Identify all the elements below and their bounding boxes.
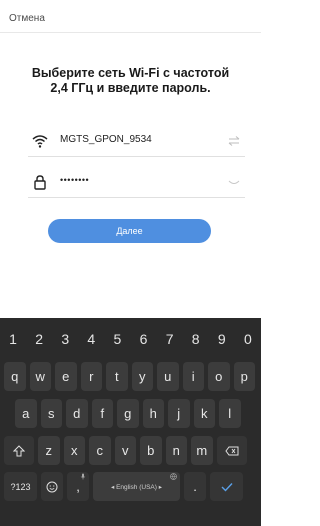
key-h[interactable]: h [142,399,164,428]
key-0[interactable]: 0 [235,326,261,352]
key-j[interactable]: j [168,399,190,428]
wifi-icon [32,135,48,148]
ssid-field[interactable]: MGTS_GPON_9534 [28,129,245,157]
lock-icon [34,175,46,190]
key-x[interactable]: x [63,436,85,465]
mic-icon [80,473,86,480]
cancel-button[interactable]: Отмена [9,13,45,24]
ssid-underline [28,156,245,157]
key-m[interactable]: m [191,436,213,465]
check-icon [221,482,233,492]
page-title: Выберите сеть Wi-Fi с частотой 2,4 ГГц и… [31,66,230,95]
key-1[interactable]: 1 [0,326,26,352]
key-4[interactable]: 4 [78,326,104,352]
backspace-key[interactable] [216,436,247,465]
next-button[interactable]: Далее [48,219,211,243]
backspace-icon [224,446,238,455]
key-7[interactable]: 7 [157,326,183,352]
symbols-key[interactable]: ?123 [4,472,37,501]
key-2[interactable]: 2 [26,326,52,352]
key-k[interactable]: k [193,399,215,428]
key-g[interactable]: g [117,399,139,428]
comma-label: , [76,479,80,494]
key-y[interactable]: y [131,362,153,391]
space-label: ◂ English (USA) ▸ [111,483,162,491]
key-s[interactable]: s [40,399,62,428]
comma-key[interactable]: , [67,472,89,501]
shift-icon [13,444,25,456]
password-underline [28,197,245,198]
emoji-key[interactable] [41,472,63,501]
key-b[interactable]: b [140,436,162,465]
key-l[interactable]: l [219,399,241,428]
shift-key[interactable] [4,436,34,465]
key-n[interactable]: n [165,436,187,465]
eye-hidden-icon[interactable] [227,176,241,188]
enter-key[interactable] [210,472,243,501]
key-i[interactable]: i [182,362,204,391]
header-divider [0,32,261,33]
password-input[interactable]: •••••••• [60,175,89,185]
space-key[interactable]: ◂ English (USA) ▸ [93,472,180,501]
key-c[interactable]: c [89,436,111,465]
keyboard-row-1: q w e r t y u i o p [4,362,255,391]
key-6[interactable]: 6 [130,326,156,352]
key-p[interactable]: p [233,362,255,391]
period-label: . [193,479,197,494]
key-f[interactable]: f [91,399,113,428]
key-u[interactable]: u [157,362,179,391]
key-v[interactable]: v [114,436,136,465]
key-r[interactable]: r [80,362,102,391]
keyboard-row-4: ?123 , ◂ English (USA) ▸ . [4,472,243,501]
key-8[interactable]: 8 [183,326,209,352]
keyboard-row-3: z x c v b n m [4,436,247,465]
key-e[interactable]: e [55,362,77,391]
key-w[interactable]: w [29,362,51,391]
keyboard-row-2: a s d f g h j k l [15,399,241,428]
key-z[interactable]: z [38,436,60,465]
globe-icon [170,473,177,480]
number-row: 1 2 3 4 5 6 7 8 9 0 [0,326,261,352]
swap-icon[interactable] [227,135,241,147]
key-3[interactable]: 3 [52,326,78,352]
ssid-input[interactable]: MGTS_GPON_9534 [60,134,152,145]
key-9[interactable]: 9 [209,326,235,352]
password-field[interactable]: •••••••• [28,170,245,198]
period-key[interactable]: . [184,472,206,501]
emoji-icon [46,481,58,492]
wifi-setup-screen: Отмена Выберите сеть Wi-Fi с частотой 2,… [0,0,261,318]
key-5[interactable]: 5 [104,326,130,352]
key-d[interactable]: d [66,399,88,428]
key-t[interactable]: t [106,362,128,391]
key-a[interactable]: a [15,399,37,428]
key-o[interactable]: o [208,362,230,391]
key-q[interactable]: q [4,362,26,391]
on-screen-keyboard: 1 2 3 4 5 6 7 8 9 0 q w e r t y u i o p … [0,318,261,526]
